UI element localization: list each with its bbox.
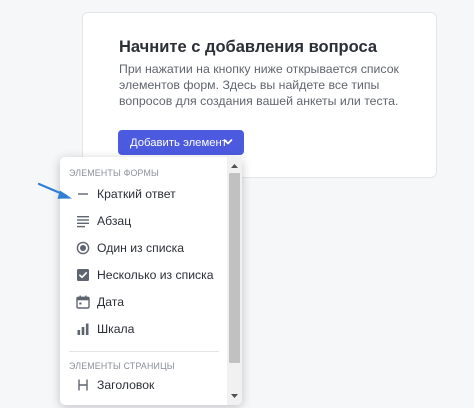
menu-item-paragraph[interactable]: Абзац <box>60 208 225 234</box>
chevron-down-icon <box>223 139 233 145</box>
scroll-thumb[interactable] <box>229 173 240 363</box>
menu-item-short-answer[interactable]: Краткий ответ <box>60 181 225 207</box>
scroll-down-arrow-icon[interactable] <box>231 393 238 399</box>
scale-icon <box>77 323 89 335</box>
add-element-dropdown: ЭЛЕМЕНТЫ ФОРМЫ Краткий ответ Абзац Один … <box>60 157 242 405</box>
menu-item-multiple-choice[interactable]: Несколько из списка <box>60 262 225 288</box>
menu-item-label: Заголовок <box>97 378 155 392</box>
menu-item-single-choice[interactable]: Один из списка <box>60 235 225 261</box>
add-element-button[interactable]: Добавить элемент <box>118 130 244 155</box>
card-title: Начните с добавления вопроса <box>119 38 378 56</box>
add-element-button-label: Добавить элемент <box>130 136 227 149</box>
calendar-icon <box>76 295 90 309</box>
menu-item-label: Абзац <box>97 214 132 228</box>
menu-item-label: Шкала <box>97 322 135 336</box>
dropdown-scrollbar[interactable] <box>227 157 242 405</box>
menu-item-scale[interactable]: Шкала <box>60 316 225 342</box>
menu-item-label: Несколько из списка <box>97 268 214 282</box>
menu-item-label: Краткий ответ <box>97 187 176 201</box>
menu-item-date[interactable]: Дата <box>60 289 225 315</box>
menu-item-label: Дата <box>97 295 124 309</box>
menu-item-heading[interactable]: Заголовок <box>60 372 225 398</box>
checkbox-icon <box>77 269 89 281</box>
empty-state-card: Начните с добавления вопроса При нажатии… <box>82 12 437 178</box>
form-elements-section-label: ЭЛЕМЕНТЫ ФОРМЫ <box>69 168 160 178</box>
radio-icon <box>76 241 90 255</box>
menu-item-label: Один из списка <box>97 241 185 255</box>
short-answer-icon <box>78 193 88 195</box>
pointer-arrow-icon <box>37 182 72 199</box>
page-elements-section-label: ЭЛЕМЕНТЫ СТРАНИЦЫ <box>69 361 175 371</box>
scroll-up-arrow-icon[interactable] <box>231 163 238 169</box>
heading-icon <box>78 379 88 391</box>
section-divider <box>69 351 219 352</box>
paragraph-icon <box>77 216 89 228</box>
card-description: При нажатии на кнопку ниже открывается с… <box>119 62 399 108</box>
